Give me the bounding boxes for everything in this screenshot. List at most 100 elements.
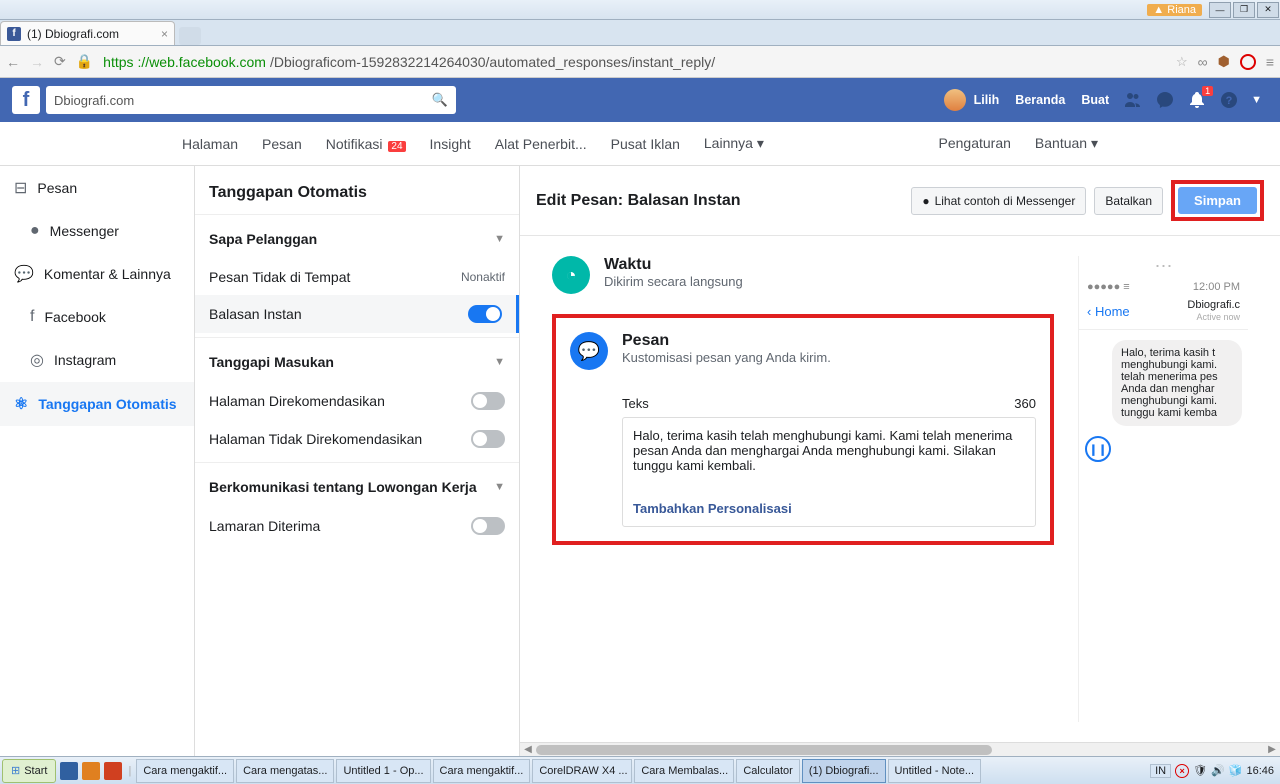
avatar[interactable]	[944, 89, 966, 111]
start-button[interactable]: ⊞ Start	[2, 759, 56, 783]
section-sapa-pelanggan[interactable]: Sapa Pelanggan▼	[195, 219, 519, 259]
sidebar-item-tanggapan-otomatis[interactable]: ⚛ Tanggapan Otomatis	[0, 382, 194, 426]
section-tanggapi-masukan[interactable]: Tanggapi Masukan▼	[195, 342, 519, 382]
scroll-left-icon[interactable]: ◀	[520, 744, 536, 755]
nav-lainnya[interactable]: Lainnya ▾	[692, 135, 776, 152]
browser-tab[interactable]: f (1) Dbiografi.com ×	[0, 21, 175, 45]
instagram-icon: ◎	[30, 350, 44, 370]
simpan-button[interactable]: Simpan	[1178, 187, 1257, 214]
forward-button[interactable]: →	[30, 54, 44, 70]
preview-more-icon[interactable]: ⋯	[1079, 256, 1248, 277]
nav-halaman[interactable]: Halaman	[170, 136, 250, 152]
preview-home[interactable]: ‹ Home	[1087, 304, 1130, 319]
taskbar-item[interactable]: Calculator	[736, 759, 800, 783]
quicklaunch-icon[interactable]	[82, 762, 100, 780]
taskbar-item[interactable]: Untitled - Note...	[888, 759, 981, 783]
messenger-icon[interactable]	[1155, 90, 1175, 110]
dropdown-icon[interactable]: ▼	[1251, 94, 1262, 106]
fb-logo[interactable]: f	[12, 86, 40, 114]
chevron-down-icon: ▼	[494, 233, 505, 245]
sidebar-item-pesan[interactable]: ⊟ Pesan	[0, 166, 194, 210]
create-link[interactable]: Buat	[1073, 93, 1117, 107]
nav-alat[interactable]: Alat Penerbit...	[483, 136, 599, 152]
row-lamaran-diterima[interactable]: Lamaran Diterima	[195, 507, 519, 545]
horizontal-scrollbar[interactable]: ◀ ▶	[520, 742, 1280, 756]
waktu-sub: Dikirim secara langsung	[604, 274, 743, 289]
preview-page-name: Dbiografi.cActive now	[1187, 299, 1240, 323]
extension-icon[interactable]: ∞	[1198, 54, 1208, 70]
extension-icon[interactable]: ⬢	[1218, 53, 1230, 70]
facebook-icon: f	[30, 308, 34, 326]
toggle-balasan-instan[interactable]	[468, 305, 502, 323]
nav-pesan[interactable]: Pesan	[250, 136, 314, 152]
sidebar-item-instagram[interactable]: ◎ Instagram	[0, 338, 194, 382]
row-halaman-direkomendasikan[interactable]: Halaman Direkomendasikan	[195, 382, 519, 420]
quicklaunch-icon[interactable]	[60, 762, 78, 780]
scroll-right-icon[interactable]: ▶	[1264, 744, 1280, 755]
taskbar-item[interactable]: Cara Membalas...	[634, 759, 734, 783]
tab-close-icon[interactable]: ×	[161, 27, 168, 41]
quicklaunch-icon[interactable]	[104, 762, 122, 780]
sidebar-item-komentar[interactable]: 💬 Komentar & Lainnya	[0, 252, 194, 296]
facebook-favicon: f	[7, 27, 21, 41]
row-balasan-instan[interactable]: Balasan Instan	[195, 295, 519, 333]
extension-icon[interactable]	[1240, 54, 1256, 70]
taskbar-item[interactable]: Untitled 1 - Op...	[336, 759, 430, 783]
section-lowongan[interactable]: Berkomunikasi tentang Lowongan Kerja▼	[195, 467, 519, 507]
row-halaman-tidak-direkomendasikan[interactable]: Halaman Tidak Direkomendasikan	[195, 420, 519, 458]
bookmark-star-icon[interactable]: ☆	[1176, 54, 1188, 70]
taskbar-item[interactable]: (1) Dbiografi...	[802, 759, 886, 783]
back-button[interactable]: ←	[6, 54, 20, 70]
language-indicator[interactable]: IN	[1150, 764, 1171, 778]
help-icon[interactable]: ?	[1219, 90, 1239, 110]
search-icon[interactable]: 🔍	[432, 92, 448, 108]
friends-icon[interactable]	[1123, 90, 1143, 110]
clock[interactable]: 16:46	[1246, 765, 1274, 777]
tray-icon[interactable]: 🛡	[1193, 764, 1207, 777]
chrome-menu-icon[interactable]: ≡	[1266, 54, 1274, 70]
section-pesan: 💬 Pesan Kustomisasi pesan yang Anda kiri…	[570, 332, 1036, 370]
toggle-lamaran[interactable]	[471, 517, 505, 535]
address-bar[interactable]: https://web.facebook.com/Dbiograficom-15…	[103, 54, 1166, 70]
nav-notifikasi[interactable]: Notifikasi 24	[314, 136, 418, 152]
window-close-button[interactable]: ✕	[1257, 2, 1279, 18]
lihat-contoh-button[interactable]: ● Lihat contoh di Messenger	[911, 187, 1086, 215]
scroll-thumb[interactable]	[536, 745, 992, 755]
taskbar-item[interactable]: CorelDRAW X4 ...	[532, 759, 632, 783]
left-sidebar: ⊟ Pesan ● Messenger 💬 Komentar & Lainnya…	[0, 166, 195, 756]
taskbar-item[interactable]: Cara mengaktif...	[433, 759, 531, 783]
fb-search[interactable]: Dbiografi.com 🔍	[46, 86, 456, 114]
sidebar-item-messenger[interactable]: ● Messenger	[0, 210, 194, 252]
nav-pengaturan[interactable]: Pengaturan	[927, 135, 1023, 152]
highlight-simpan: Simpan	[1171, 180, 1264, 221]
profile-link[interactable]: Lilih	[966, 93, 1008, 107]
tray-icon[interactable]: 🧊	[1229, 764, 1243, 777]
toggle-tidak-direkomendasikan[interactable]	[471, 430, 505, 448]
window-minimize-button[interactable]: —	[1209, 2, 1231, 18]
message-textarea[interactable]: Halo, terima kasih telah menghubungi kam…	[622, 417, 1036, 527]
window-titlebar: ▲ Riana — ❐ ✕	[0, 0, 1280, 20]
batalkan-button[interactable]: Batalkan	[1094, 187, 1163, 215]
personalisasi-link[interactable]: Tambahkan Personalisasi	[633, 485, 1025, 516]
new-tab-button[interactable]	[179, 27, 201, 45]
notifications-icon[interactable]: 1	[1187, 90, 1207, 110]
taskbar-item[interactable]: Cara mengatas...	[236, 759, 334, 783]
home-link[interactable]: Beranda	[1007, 93, 1073, 107]
taskbar-item[interactable]: Cara mengaktif...	[136, 759, 234, 783]
row-pesan-tidak-ditempat[interactable]: Pesan Tidak di TempatNonaktif	[195, 259, 519, 295]
nav-bantuan[interactable]: Bantuan ▾	[1023, 135, 1110, 152]
tray-icon[interactable]: 🔊	[1211, 764, 1225, 777]
nav-iklan[interactable]: Pusat Iklan	[599, 136, 692, 152]
sidebar-item-facebook[interactable]: f Facebook	[0, 296, 194, 338]
search-value: Dbiografi.com	[54, 93, 134, 108]
main-editor: Edit Pesan: Balasan Instan ● Lihat conto…	[520, 166, 1280, 756]
nav-insight[interactable]: Insight	[418, 136, 483, 152]
toggle-direkomendasikan[interactable]	[471, 392, 505, 410]
messenger-icon: ●	[922, 194, 929, 208]
editor-header: Edit Pesan: Balasan Instan ● Lihat conto…	[520, 166, 1280, 236]
reload-button[interactable]: ⟳	[54, 53, 66, 70]
window-maximize-button[interactable]: ❐	[1233, 2, 1255, 18]
automation-list: Tanggapan Otomatis Sapa Pelanggan▼ Pesan…	[195, 166, 520, 756]
tray-icon[interactable]: ×	[1175, 764, 1189, 778]
browser-tabstrip: f (1) Dbiografi.com ×	[0, 20, 1280, 46]
